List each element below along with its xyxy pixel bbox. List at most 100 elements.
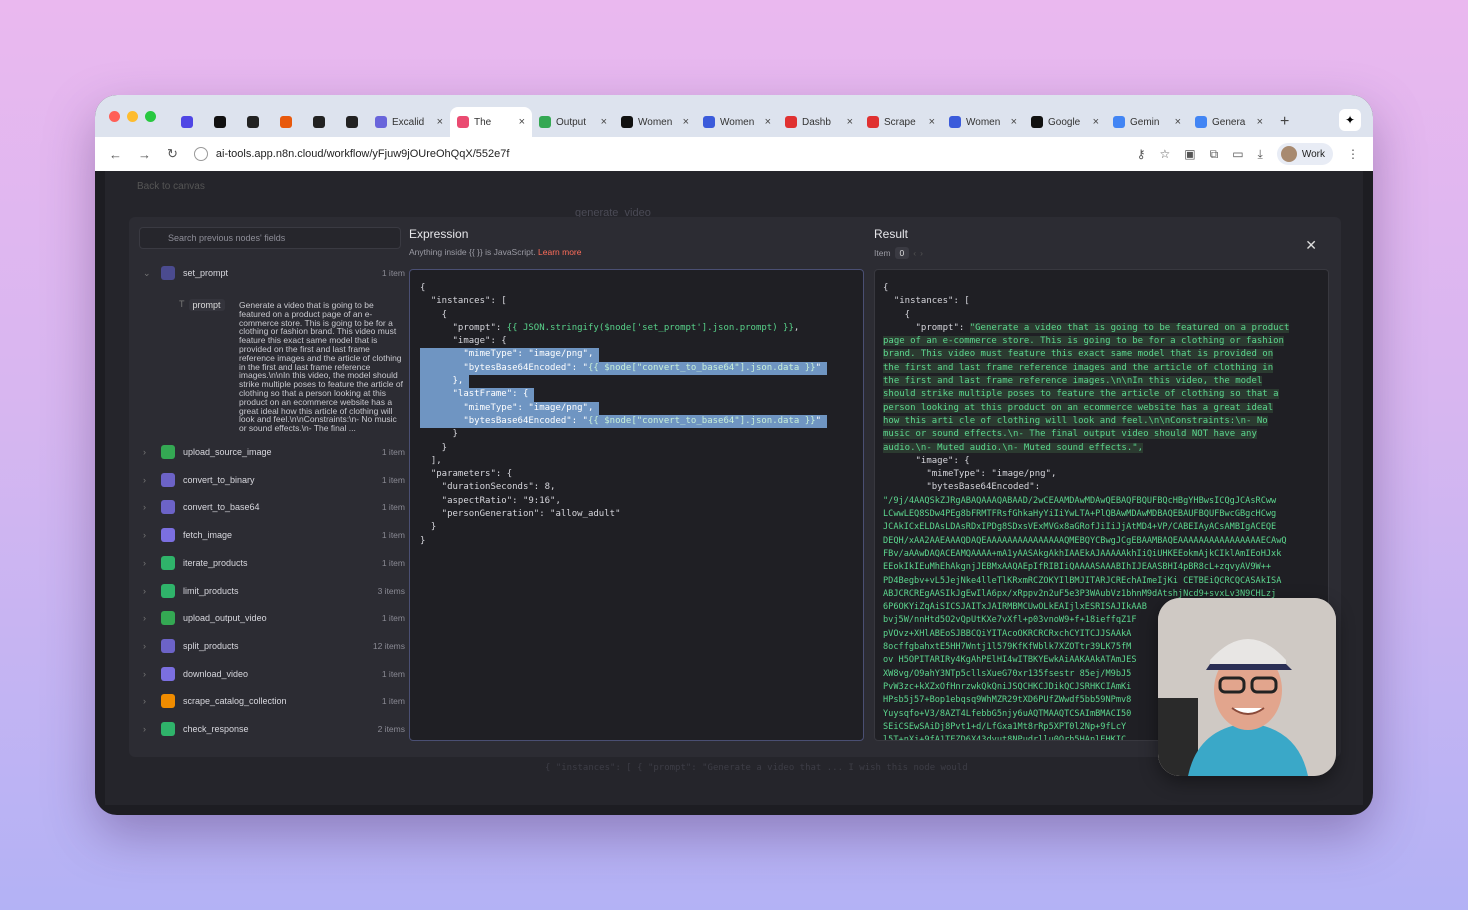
json-string: "Generate a video that is going to be fe… (969, 322, 1290, 333)
node-name: convert_to_base64 (183, 502, 260, 513)
tab-close-icon[interactable]: × (1093, 116, 1099, 128)
expression-code-editor[interactable]: { "instances": [ { "prompt": {{ JSON.str… (409, 269, 864, 741)
json-string: person looking at this product on an eco… (883, 402, 1274, 413)
code-line: "instances": [ (420, 296, 507, 307)
browser-tab[interactable]: Output × (532, 107, 614, 137)
browser-tab[interactable] (170, 107, 203, 137)
close-icon[interactable]: ✕ (1305, 237, 1317, 254)
browser-tab[interactable]: Women × (942, 107, 1024, 137)
tab-close-icon[interactable]: × (601, 116, 607, 128)
tab-close-icon[interactable]: × (1011, 116, 1017, 128)
chevron-right-icon[interactable]: › (143, 558, 157, 568)
node-row[interactable]: › limit_products 3 items (139, 581, 405, 601)
tab-close-icon[interactable]: × (519, 116, 525, 128)
forward-arrow-icon[interactable]: → (138, 147, 151, 162)
tab-label: The (474, 116, 492, 128)
input-fields-panel: Search previous nodes' fields ⌄ set_prom… (139, 227, 405, 751)
chevron-right-icon[interactable]: › (143, 502, 157, 512)
zoom-window-button[interactable] (145, 110, 156, 122)
browser-tab[interactable] (335, 107, 368, 137)
site-info-icon[interactable] (193, 147, 208, 161)
browser-tab[interactable] (236, 107, 269, 137)
result-line: EEokIkIEuMhEhAkgnjJEBMxAAQAEpIfRIBIiQAAA… (883, 562, 1272, 573)
chevron-right-icon[interactable]: › (143, 641, 157, 651)
minimize-window-button[interactable] (127, 110, 138, 122)
chevron-right-icon[interactable]: › (143, 613, 157, 623)
result-line: "prompt": "Generate a video that is goin… (883, 322, 1320, 335)
browser-tab[interactable] (269, 107, 302, 137)
node-row[interactable]: › download_video 1 item (139, 664, 405, 684)
tab-close-icon[interactable]: × (437, 116, 443, 128)
browser-tab[interactable]: The × (450, 107, 532, 137)
json-key: "prompt": (883, 322, 970, 333)
node-row[interactable]: › upload_output_video 1 item (139, 608, 405, 628)
node-row[interactable]: › fetch_image 1 item (139, 525, 405, 545)
url-field[interactable]: ai-tools.app.n8n.cloud/workflow/yFjuw9jO… (193, 147, 1121, 161)
extension-icon[interactable]: ▣ (1184, 147, 1195, 161)
tab-close-icon[interactable]: × (683, 116, 689, 128)
prev-item-icon[interactable]: ‹ (913, 248, 916, 258)
password-key-icon[interactable]: ⚷ (1137, 147, 1146, 161)
node-row-set-prompt[interactable]: ⌄ set_prompt 1 item (139, 263, 405, 283)
node-row[interactable]: › scrape_catalog_collection 1 item (139, 691, 405, 711)
chevron-right-icon[interactable]: › (143, 724, 157, 734)
code-text: " (815, 415, 821, 426)
result-line: the first and last frame reference image… (883, 362, 1320, 375)
browser-tab[interactable]: Scrape × (860, 107, 942, 137)
browser-tab[interactable]: Dashb × (778, 107, 860, 137)
chevron-right-icon[interactable]: › (143, 669, 157, 679)
gemini-spark-icon[interactable]: ✦ (1339, 109, 1361, 131)
learn-more-link[interactable]: Learn more (538, 247, 581, 257)
tab-close-icon[interactable]: × (1175, 116, 1181, 128)
json-string: how this arti cle of clothing will look … (883, 415, 1268, 426)
back-to-canvas-link[interactable]: Back to canvas (137, 181, 205, 192)
browser-tab[interactable]: Women × (614, 107, 696, 137)
prompt-field[interactable]: T prompt (179, 299, 225, 311)
bookmark-star-icon[interactable]: ☆ (1160, 147, 1171, 161)
text-type-icon: T (179, 299, 185, 309)
node-row[interactable]: › upload_source_image 1 item (139, 442, 405, 462)
node-row[interactable]: › convert_to_binary 1 item (139, 470, 405, 490)
item-index-input[interactable]: 0 (894, 247, 910, 259)
download-icon[interactable]: ⤓ (1258, 147, 1263, 162)
node-item-count: 1 item (381, 474, 405, 485)
browser-tab[interactable]: Women × (696, 107, 778, 137)
profile-button[interactable]: Work (1276, 143, 1333, 165)
node-row[interactable]: › check_response 2 items (139, 719, 405, 739)
window-controls (109, 110, 156, 122)
tab-close-icon[interactable]: × (765, 116, 771, 128)
new-tab-button[interactable]: + (1280, 113, 1289, 131)
menu-kebab-icon[interactable]: ⋮ (1347, 147, 1359, 161)
browser-tab[interactable]: Google × (1024, 107, 1106, 137)
browser-tab[interactable] (302, 107, 335, 137)
chevron-right-icon[interactable]: › (143, 586, 157, 596)
tab-favicon-icon (785, 116, 797, 128)
next-item-icon[interactable]: › (920, 248, 923, 258)
search-fields-input[interactable]: Search previous nodes' fields (139, 227, 401, 249)
tab-close-icon[interactable]: × (929, 116, 935, 128)
tab-favicon-icon (375, 116, 387, 128)
tab-close-icon[interactable]: × (847, 116, 853, 128)
code-text: "bytesBase64Encoded": " (420, 415, 588, 426)
chevron-right-icon[interactable]: › (143, 475, 157, 485)
browser-tab[interactable] (203, 107, 236, 137)
reload-icon[interactable]: ↻ (167, 146, 178, 162)
cast-icon[interactable]: ▭ (1232, 147, 1243, 161)
chevron-right-icon[interactable]: › (143, 696, 157, 706)
browser-tab[interactable]: Genera × (1188, 107, 1270, 137)
close-window-button[interactable] (109, 110, 120, 122)
back-arrow-icon[interactable]: ← (109, 147, 122, 162)
chevron-right-icon[interactable]: › (143, 447, 157, 457)
node-row[interactable]: › split_products 12 items (139, 636, 405, 656)
webcam-overlay (1158, 598, 1336, 776)
puzzle-extensions-icon[interactable]: ⧉ (1210, 147, 1219, 162)
chevron-down-icon[interactable]: ⌄ (143, 268, 157, 279)
tab-close-icon[interactable]: × (1257, 116, 1263, 128)
chevron-right-icon[interactable]: › (143, 530, 157, 540)
browser-tab[interactable]: Gemin × (1106, 107, 1188, 137)
browser-tab[interactable]: Excalid × (368, 107, 450, 137)
node-row[interactable]: › iterate_products 1 item (139, 553, 405, 573)
result-line: JCAkICxELDAsLDAsRDxIPDg8SDxsVExMVGx8aGRo… (883, 522, 1277, 533)
node-row[interactable]: › convert_to_base64 1 item (139, 497, 405, 517)
code-line: } (420, 522, 437, 533)
